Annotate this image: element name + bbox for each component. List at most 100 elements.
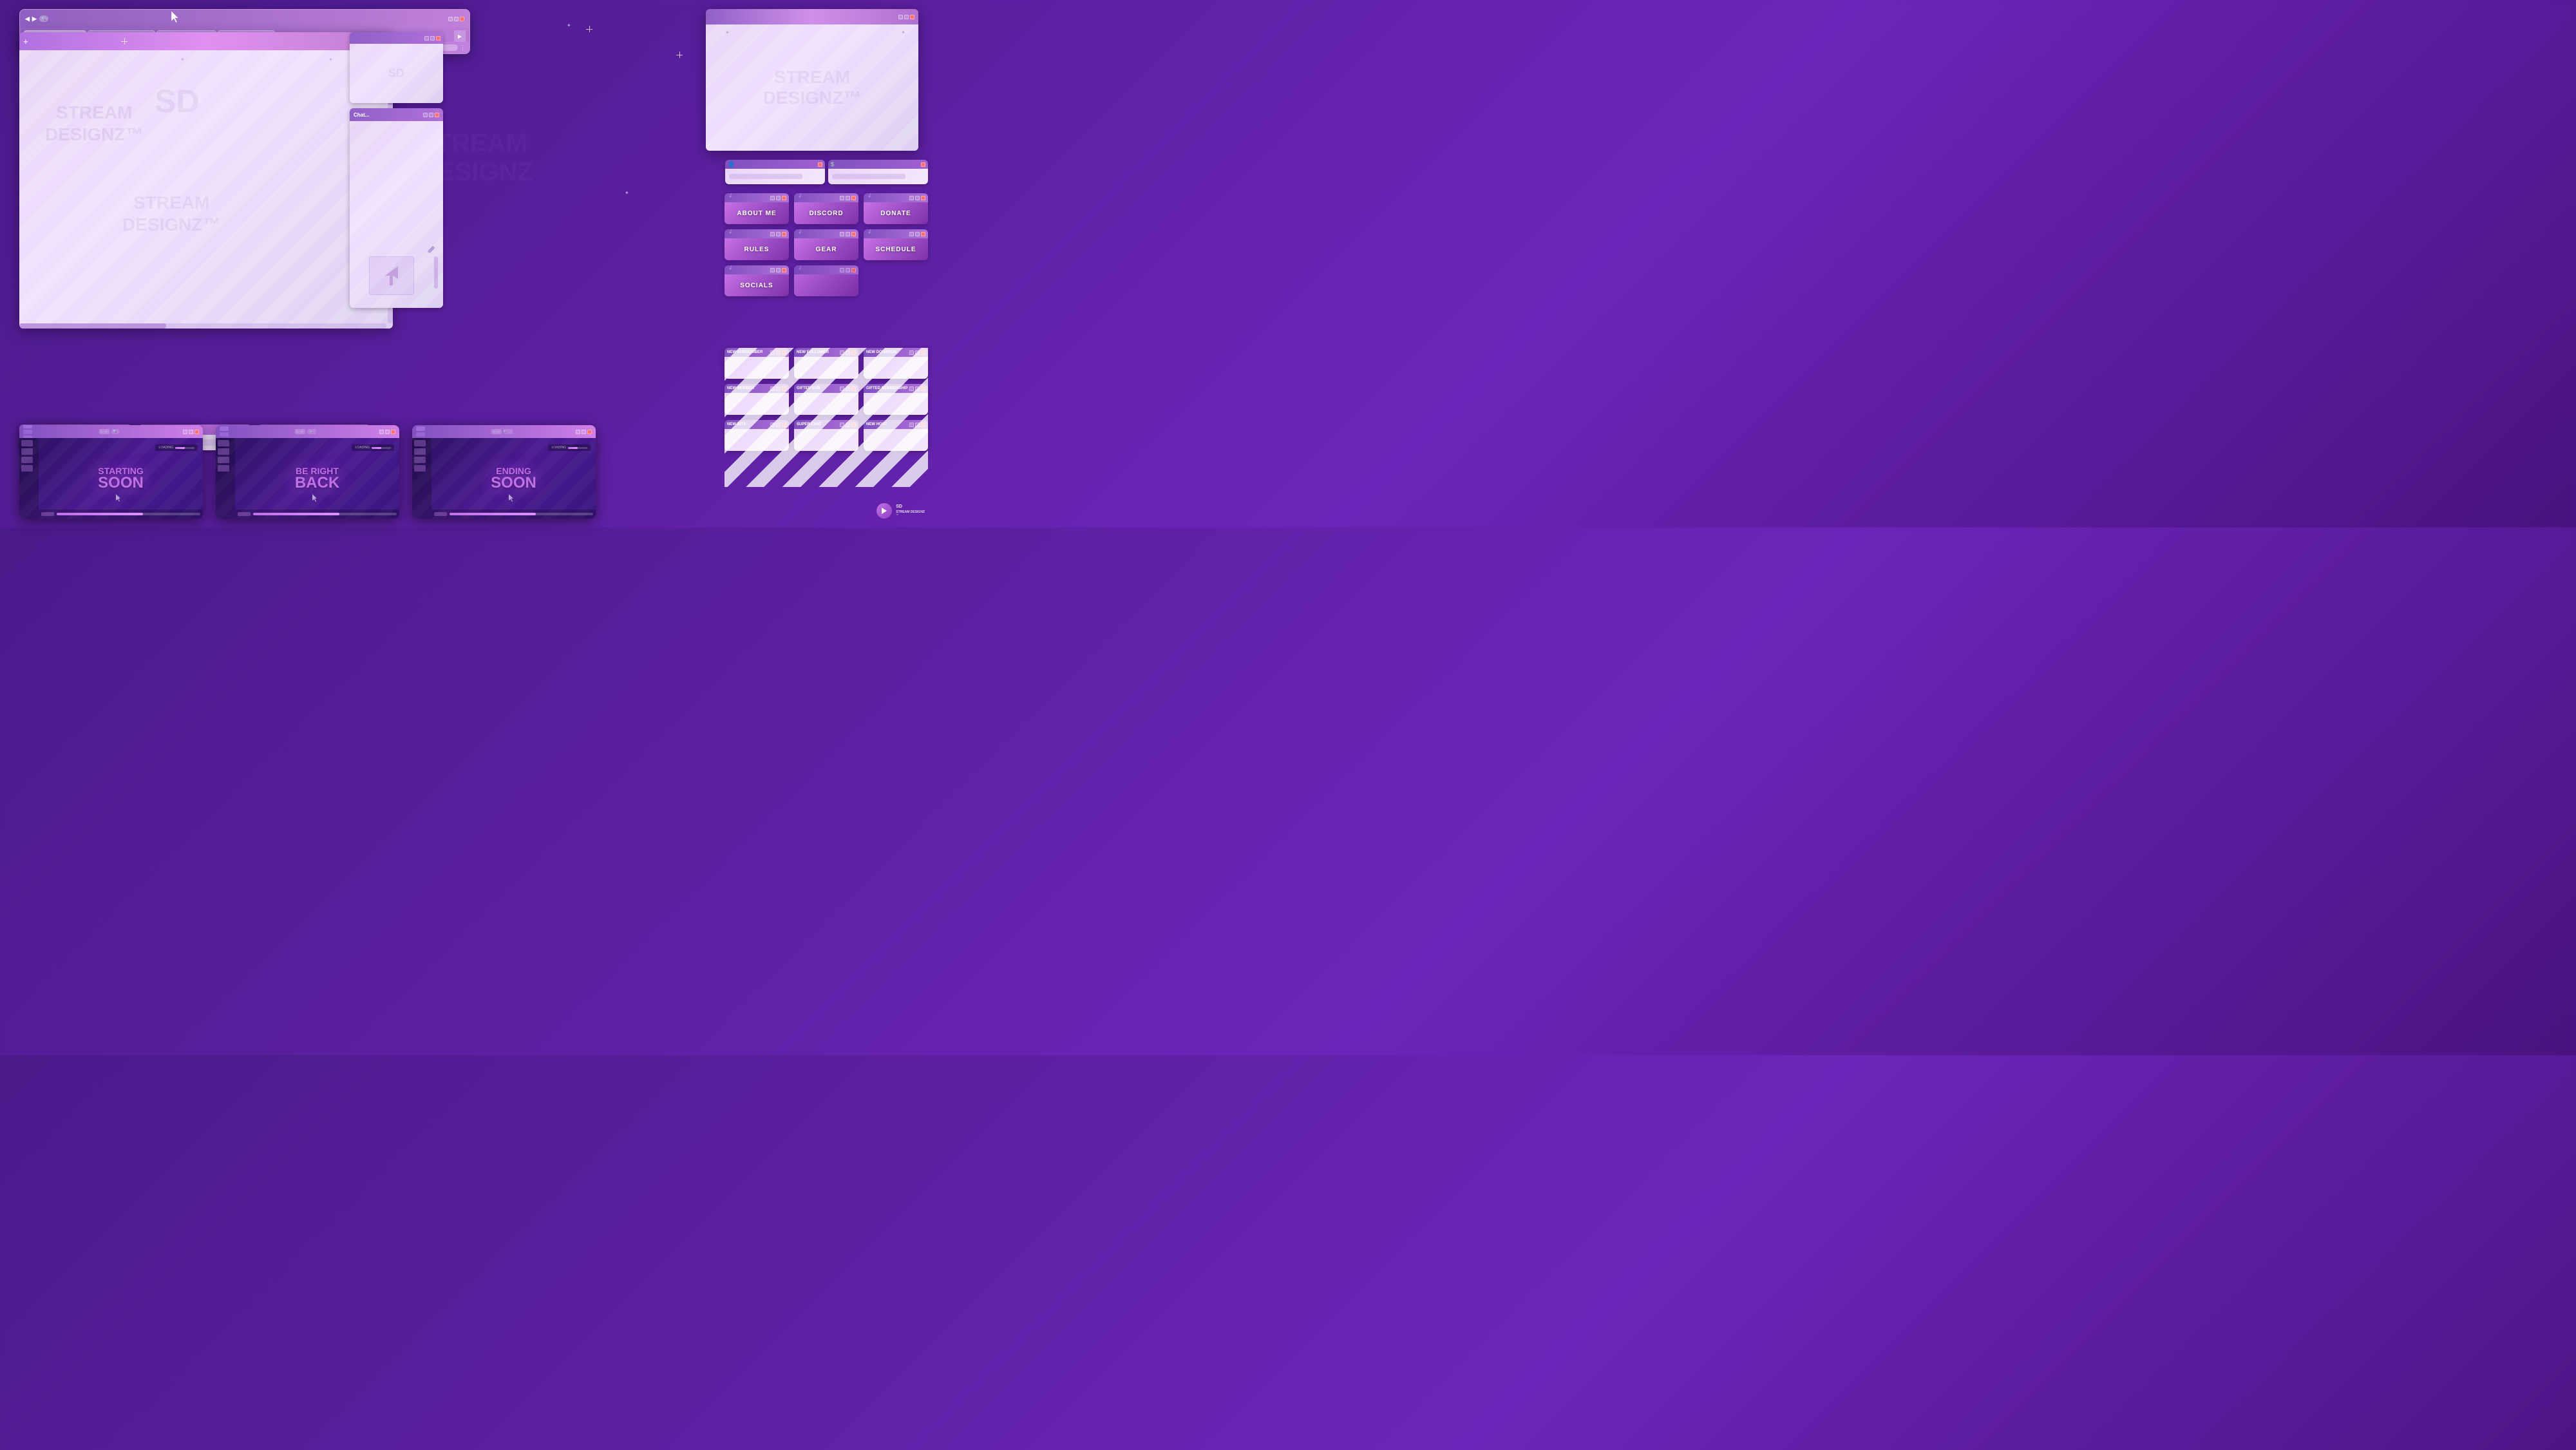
scrollbar-horizontal[interactable] — [19, 323, 386, 329]
minimize-btn[interactable] — [840, 350, 844, 355]
extra-panel-btn[interactable]: ↙ — [794, 265, 858, 296]
close-btn[interactable] — [851, 196, 856, 200]
close-btn[interactable] — [851, 232, 856, 236]
gear-panel-btn[interactable]: ↙ GEAR — [794, 229, 858, 260]
maximize-btn[interactable] — [846, 350, 850, 355]
scene-controls[interactable] — [183, 430, 199, 434]
close-btn[interactable] — [782, 196, 786, 200]
maximize-btn[interactable] — [430, 36, 435, 41]
close-btn[interactable] — [782, 423, 786, 427]
btn-controls[interactable] — [840, 268, 856, 272]
btn-controls[interactable] — [840, 196, 856, 200]
about-me-panel-btn[interactable]: ↙ ABOUT ME — [724, 193, 789, 224]
notif-controls[interactable] — [770, 386, 786, 391]
minimize-btn[interactable] — [379, 430, 384, 434]
maximize-btn[interactable] — [776, 423, 781, 427]
chat-scrollbar[interactable] — [434, 256, 438, 289]
schedule-panel-btn[interactable]: ↙ SCHEDULE — [864, 229, 928, 260]
close-btn[interactable] — [782, 386, 786, 391]
btn-controls[interactable] — [770, 232, 786, 236]
rules-panel-btn[interactable]: ↙ RULES — [724, 229, 789, 260]
btn-controls[interactable] — [770, 268, 786, 272]
panel-controls[interactable] — [424, 36, 440, 41]
donate-panel-btn[interactable]: ↙ DONATE — [864, 193, 928, 224]
notif-controls[interactable] — [770, 350, 786, 355]
minimize-btn[interactable] — [448, 17, 453, 21]
socials-panel-btn[interactable]: ↙ SOCIALS — [724, 265, 789, 296]
maximize-btn[interactable] — [582, 430, 586, 434]
minimize-btn[interactable] — [909, 232, 914, 236]
maximize-btn[interactable] — [915, 423, 920, 427]
close-btn[interactable] — [460, 17, 464, 21]
scene-controls[interactable] — [379, 430, 395, 434]
close-btn[interactable] — [921, 423, 925, 427]
dollar-input[interactable] — [832, 174, 905, 179]
maximize-btn[interactable] — [776, 232, 781, 236]
btn-controls[interactable] — [909, 196, 925, 200]
minimize-btn[interactable] — [576, 430, 580, 434]
maximize-btn[interactable] — [915, 232, 920, 236]
close-btn[interactable] — [818, 162, 822, 167]
add-tab-btn[interactable]: + — [23, 37, 28, 46]
minimize-btn[interactable] — [840, 268, 844, 272]
maximize-btn[interactable] — [915, 196, 920, 200]
maximize-btn[interactable] — [189, 430, 193, 434]
notif-controls[interactable] — [909, 386, 925, 391]
minimize-btn[interactable] — [770, 423, 775, 427]
minimize-btn[interactable] — [909, 350, 914, 355]
close-btn[interactable] — [921, 386, 925, 391]
close-btn[interactable] — [910, 15, 914, 19]
close-btn[interactable] — [782, 268, 786, 272]
close-btn[interactable] — [782, 350, 786, 355]
maximize-btn[interactable] — [846, 196, 850, 200]
discord-panel-btn[interactable]: ↙ DISCORD — [794, 193, 858, 224]
notif-controls[interactable] — [840, 423, 856, 427]
close-btn[interactable] — [921, 232, 925, 236]
panel-controls[interactable] — [818, 162, 822, 167]
close-btn[interactable] — [194, 430, 199, 434]
close-btn[interactable] — [851, 386, 856, 391]
close-btn[interactable] — [851, 268, 856, 272]
scrollbar-h-thumb[interactable] — [19, 323, 166, 329]
maximize-btn[interactable] — [915, 350, 920, 355]
chat-controls[interactable] — [423, 113, 439, 117]
close-btn[interactable] — [435, 113, 439, 117]
close-btn[interactable] — [851, 423, 856, 427]
maximize-btn[interactable] — [904, 15, 909, 19]
close-btn[interactable] — [436, 36, 440, 41]
minimize-btn[interactable] — [183, 430, 187, 434]
minimize-btn[interactable] — [770, 196, 775, 200]
minimize-btn[interactable] — [770, 386, 775, 391]
btn-controls[interactable] — [909, 232, 925, 236]
maximize-btn[interactable] — [385, 430, 390, 434]
notif-controls[interactable] — [909, 423, 925, 427]
minimize-btn[interactable] — [840, 196, 844, 200]
maximize-btn[interactable] — [915, 386, 920, 391]
close-btn[interactable] — [391, 430, 395, 434]
maximize-btn[interactable] — [776, 350, 781, 355]
minimize-btn[interactable] — [840, 423, 844, 427]
notif-controls[interactable] — [840, 386, 856, 391]
minimize-btn[interactable] — [770, 232, 775, 236]
browser-window-controls[interactable] — [448, 17, 464, 21]
maximize-btn[interactable] — [776, 386, 781, 391]
close-btn[interactable] — [851, 350, 856, 355]
minimize-btn[interactable] — [909, 423, 914, 427]
panel-controls[interactable] — [898, 15, 914, 19]
scroll-right-btn[interactable]: ▶ — [454, 30, 466, 42]
maximize-btn[interactable] — [776, 268, 781, 272]
panel-controls[interactable] — [921, 162, 925, 167]
minimize-btn[interactable] — [770, 268, 775, 272]
close-btn[interactable] — [921, 350, 925, 355]
minimize-btn[interactable] — [840, 232, 844, 236]
minimize-btn[interactable] — [909, 196, 914, 200]
maximize-btn[interactable] — [846, 423, 850, 427]
close-btn[interactable] — [782, 232, 786, 236]
close-btn[interactable] — [587, 430, 592, 434]
scene-controls[interactable] — [576, 430, 592, 434]
notif-controls[interactable] — [770, 423, 786, 427]
maximize-btn[interactable] — [776, 196, 781, 200]
btn-controls[interactable] — [770, 196, 786, 200]
minimize-btn[interactable] — [909, 386, 914, 391]
notif-controls[interactable] — [909, 350, 925, 355]
